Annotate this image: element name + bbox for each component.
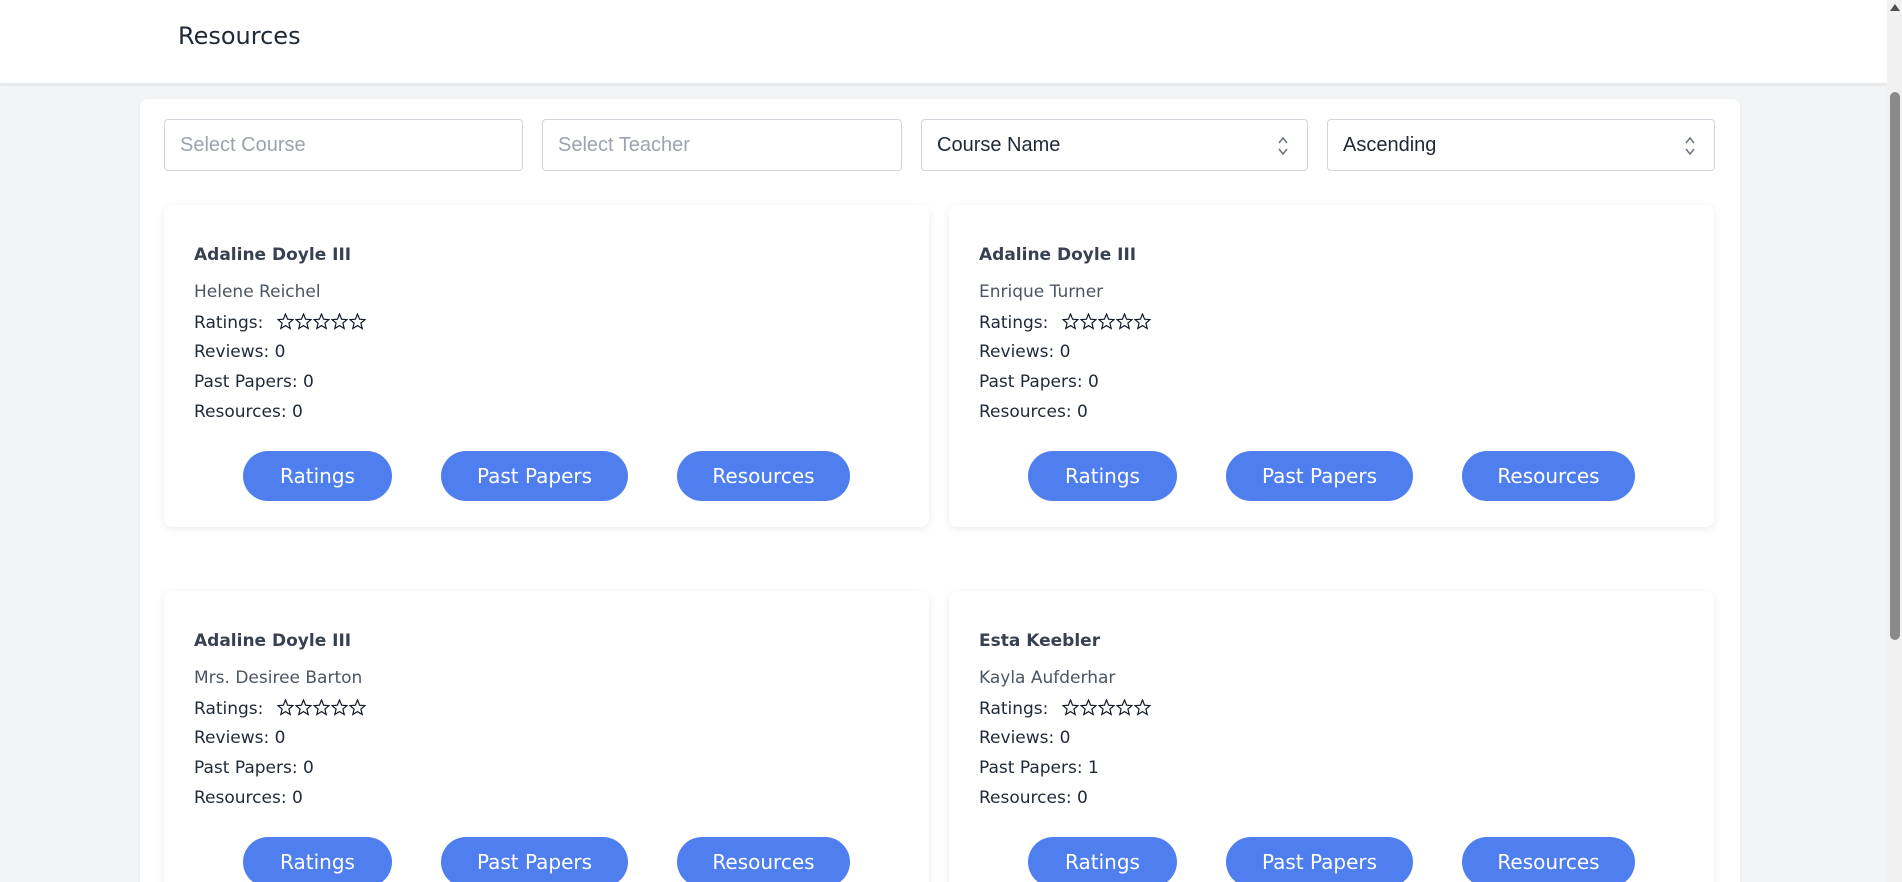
resources-count: Resources: 0	[979, 788, 1088, 808]
star-icon	[1097, 699, 1115, 716]
past-papers-button[interactable]: Past Papers	[441, 451, 628, 501]
ratings-button[interactable]: Ratings	[1028, 837, 1177, 882]
past-papers-button[interactable]: Past Papers	[1226, 451, 1413, 501]
ratings-row: Ratings:	[194, 313, 366, 333]
star-icon	[1097, 313, 1115, 330]
star-icon	[1133, 313, 1151, 330]
resources-count: Resources: 0	[194, 402, 303, 422]
scrollbar-thumb[interactable]	[1890, 92, 1900, 640]
ratings-button[interactable]: Ratings	[243, 451, 392, 501]
star-icon	[1115, 313, 1133, 330]
course-card: Adaline Doyle III Enrique Turner Ratings…	[949, 205, 1714, 527]
select-arrows-icon	[1685, 136, 1695, 156]
past-papers-count: Past Papers: 0	[194, 372, 314, 392]
star-icon	[294, 699, 312, 716]
sort-field-select[interactable]: Course Name	[921, 119, 1308, 171]
past-papers-count: Past Papers: 1	[979, 758, 1099, 778]
sort-field-value: Course Name	[937, 133, 1061, 156]
resources-button[interactable]: Resources	[1462, 837, 1635, 882]
ratings-button[interactable]: Ratings	[1028, 451, 1177, 501]
star-icon	[1061, 699, 1079, 716]
star-icon	[312, 699, 330, 716]
star-icon	[330, 699, 348, 716]
course-card: Adaline Doyle III Helene Reichel Ratings…	[164, 205, 929, 527]
sort-order-select[interactable]: Ascending	[1327, 119, 1715, 171]
ratings-row: Ratings:	[194, 699, 366, 719]
course-name: Esta Keebler	[979, 631, 1101, 651]
reviews-count: Reviews: 0	[979, 728, 1071, 748]
course-card: Esta Keebler Kayla Aufderhar Ratings: Re…	[949, 591, 1714, 882]
top-header: Resources	[0, 0, 1887, 84]
page-scrollbar[interactable]	[1887, 0, 1902, 882]
course-name: Adaline Doyle III	[979, 245, 1137, 265]
star-icon	[276, 313, 294, 330]
star-icon	[1079, 313, 1097, 330]
ratings-label: Ratings:	[194, 313, 264, 333]
star-rating	[1061, 313, 1151, 330]
star-icon	[1079, 699, 1097, 716]
resources-panel: Course Name Ascending Adaline Doyle III …	[140, 99, 1740, 882]
scroll-up-arrow-icon[interactable]	[1890, 4, 1900, 11]
ratings-label: Ratings:	[194, 699, 264, 719]
star-icon	[312, 313, 330, 330]
teacher-name: Mrs. Desiree Barton	[194, 668, 363, 688]
star-icon	[348, 313, 366, 330]
past-papers-button[interactable]: Past Papers	[1226, 837, 1413, 882]
star-icon	[1133, 699, 1151, 716]
star-icon	[294, 313, 312, 330]
teacher-name: Enrique Turner	[979, 282, 1104, 302]
resources-count: Resources: 0	[194, 788, 303, 808]
ratings-label: Ratings:	[979, 313, 1049, 333]
course-search-input[interactable]	[180, 133, 507, 157]
reviews-count: Reviews: 0	[979, 342, 1071, 362]
past-papers-count: Past Papers: 0	[979, 372, 1099, 392]
star-icon	[1061, 313, 1079, 330]
star-rating	[276, 313, 366, 330]
resources-button[interactable]: Resources	[677, 451, 850, 501]
star-rating	[276, 699, 366, 716]
star-rating	[1061, 699, 1151, 716]
teacher-name: Kayla Aufderhar	[979, 668, 1116, 688]
star-icon	[276, 699, 294, 716]
course-name: Adaline Doyle III	[194, 631, 352, 651]
star-icon	[330, 313, 348, 330]
ratings-row: Ratings:	[979, 699, 1151, 719]
ratings-button[interactable]: Ratings	[243, 837, 392, 882]
resources-count: Resources: 0	[979, 402, 1088, 422]
reviews-count: Reviews: 0	[194, 728, 286, 748]
reviews-count: Reviews: 0	[194, 342, 286, 362]
teacher-name: Helene Reichel	[194, 282, 321, 302]
select-arrows-icon	[1278, 136, 1288, 156]
ratings-label: Ratings:	[979, 699, 1049, 719]
star-icon	[348, 699, 366, 716]
past-papers-count: Past Papers: 0	[194, 758, 314, 778]
course-card: Adaline Doyle III Mrs. Desiree Barton Ra…	[164, 591, 929, 882]
course-name: Adaline Doyle III	[194, 245, 352, 265]
sort-order-value: Ascending	[1343, 133, 1437, 156]
resources-button[interactable]: Resources	[1462, 451, 1635, 501]
page-title: Resources	[178, 22, 301, 50]
teacher-filter[interactable]	[542, 119, 902, 171]
teacher-search-input[interactable]	[558, 133, 886, 157]
star-icon	[1115, 699, 1133, 716]
past-papers-button[interactable]: Past Papers	[441, 837, 628, 882]
course-filter[interactable]	[164, 119, 523, 171]
resources-button[interactable]: Resources	[677, 837, 850, 882]
ratings-row: Ratings:	[979, 313, 1151, 333]
